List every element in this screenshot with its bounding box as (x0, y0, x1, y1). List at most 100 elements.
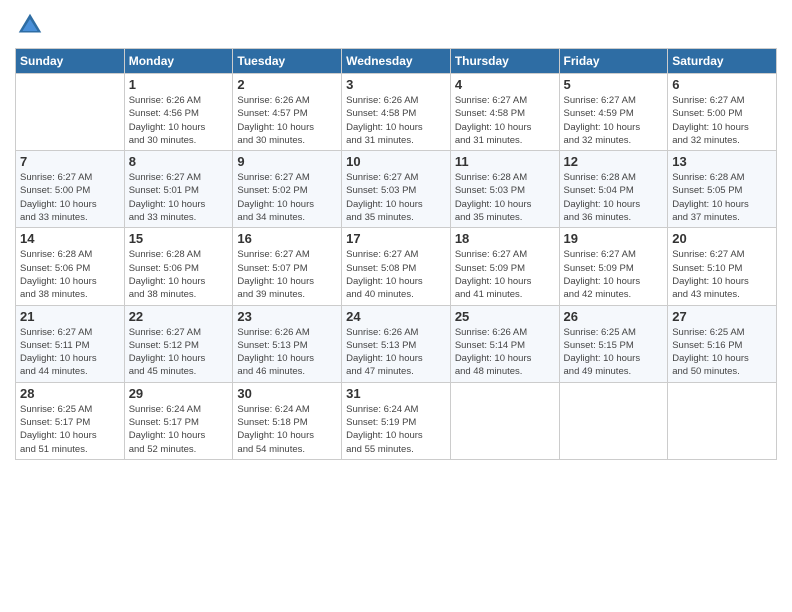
day-header-saturday: Saturday (668, 49, 777, 74)
calendar-cell: 29 Sunrise: 6:24 AM Sunset: 5:17 PM Dayli… (124, 382, 233, 459)
calendar-cell: 31Sunrise: 6:24 AM Sunset: 5:19 PM Dayli… (342, 382, 451, 459)
calendar-cell: 6 Sunrise: 6:27 AM Sunset: 5:00 PM Daylig… (668, 74, 777, 151)
calendar-cell (668, 382, 777, 459)
calendar-cell: 20Sunrise: 6:27 AM Sunset: 5:10 PM Dayli… (668, 228, 777, 305)
day-number: 5 (564, 77, 664, 92)
day-info: Sunrise: 6:28 AM Sunset: 5:04 PM Dayligh… (564, 171, 664, 224)
day-number: 28 (20, 386, 120, 401)
day-info: Sunrise: 6:27 AM Sunset: 5:01 PM Dayligh… (129, 171, 229, 224)
calendar-cell: 27 Sunrise: 6:25 AM Sunset: 5:16 PM Dayli… (668, 305, 777, 382)
day-info: Sunrise: 6:24 AM Sunset: 5:18 PM Dayligh… (237, 403, 337, 456)
day-number: 24 (346, 309, 446, 324)
day-number: 10 (346, 154, 446, 169)
calendar-cell: 8 Sunrise: 6:27 AM Sunset: 5:01 PM Daylig… (124, 151, 233, 228)
day-number: 22 (129, 309, 229, 324)
day-info: Sunrise: 6:25 AM Sunset: 5:17 PM Dayligh… (20, 403, 120, 456)
day-number: 15 (129, 231, 229, 246)
calendar-cell: 4Sunrise: 6:27 AM Sunset: 4:58 PM Daylig… (450, 74, 559, 151)
day-number: 13 (672, 154, 772, 169)
day-number: 21 (20, 309, 120, 324)
day-info: Sunrise: 6:27 AM Sunset: 5:09 PM Dayligh… (455, 248, 555, 301)
day-number: 2 (237, 77, 337, 92)
day-info: Sunrise: 6:27 AM Sunset: 5:00 PM Dayligh… (20, 171, 120, 224)
calendar-cell: 21 Sunrise: 6:27 AM Sunset: 5:11 PM Dayli… (16, 305, 125, 382)
calendar-cell: 23Sunrise: 6:26 AM Sunset: 5:13 PM Dayli… (233, 305, 342, 382)
day-info: Sunrise: 6:26 AM Sunset: 5:13 PM Dayligh… (346, 326, 446, 379)
day-number: 19 (564, 231, 664, 246)
day-info: Sunrise: 6:27 AM Sunset: 5:03 PM Dayligh… (346, 171, 446, 224)
header (15, 10, 777, 40)
week-row-4: 21 Sunrise: 6:27 AM Sunset: 5:11 PM Dayli… (16, 305, 777, 382)
calendar-cell: 11Sunrise: 6:28 AM Sunset: 5:03 PM Dayli… (450, 151, 559, 228)
calendar-cell (559, 382, 668, 459)
day-header-wednesday: Wednesday (342, 49, 451, 74)
day-number: 26 (564, 309, 664, 324)
calendar-cell: 12 Sunrise: 6:28 AM Sunset: 5:04 PM Dayli… (559, 151, 668, 228)
day-info: Sunrise: 6:24 AM Sunset: 5:19 PM Dayligh… (346, 403, 446, 456)
day-info: Sunrise: 6:27 AM Sunset: 4:59 PM Dayligh… (564, 94, 664, 147)
calendar-cell: 17 Sunrise: 6:27 AM Sunset: 5:08 PM Dayli… (342, 228, 451, 305)
day-number: 1 (129, 77, 229, 92)
calendar-cell: 15 Sunrise: 6:28 AM Sunset: 5:06 PM Dayli… (124, 228, 233, 305)
day-info: Sunrise: 6:28 AM Sunset: 5:05 PM Dayligh… (672, 171, 772, 224)
calendar-header: SundayMondayTuesdayWednesdayThursdayFrid… (16, 49, 777, 74)
day-number: 17 (346, 231, 446, 246)
day-number: 23 (237, 309, 337, 324)
calendar-body: 1Sunrise: 6:26 AM Sunset: 4:56 PM Daylig… (16, 74, 777, 460)
logo-icon (15, 10, 45, 40)
week-row-2: 7 Sunrise: 6:27 AM Sunset: 5:00 PM Daylig… (16, 151, 777, 228)
day-info: Sunrise: 6:25 AM Sunset: 5:15 PM Dayligh… (564, 326, 664, 379)
calendar-table: SundayMondayTuesdayWednesdayThursdayFrid… (15, 48, 777, 460)
day-number: 27 (672, 309, 772, 324)
calendar-cell: 25Sunrise: 6:26 AM Sunset: 5:14 PM Dayli… (450, 305, 559, 382)
day-header-thursday: Thursday (450, 49, 559, 74)
day-header-friday: Friday (559, 49, 668, 74)
day-info: Sunrise: 6:27 AM Sunset: 5:08 PM Dayligh… (346, 248, 446, 301)
day-info: Sunrise: 6:27 AM Sunset: 5:11 PM Dayligh… (20, 326, 120, 379)
day-info: Sunrise: 6:28 AM Sunset: 5:06 PM Dayligh… (129, 248, 229, 301)
day-info: Sunrise: 6:27 AM Sunset: 5:09 PM Dayligh… (564, 248, 664, 301)
day-number: 6 (672, 77, 772, 92)
day-number: 11 (455, 154, 555, 169)
calendar-cell: 24 Sunrise: 6:26 AM Sunset: 5:13 PM Dayli… (342, 305, 451, 382)
calendar-cell: 28 Sunrise: 6:25 AM Sunset: 5:17 PM Dayli… (16, 382, 125, 459)
calendar-cell: 26 Sunrise: 6:25 AM Sunset: 5:15 PM Dayli… (559, 305, 668, 382)
logo (15, 10, 49, 40)
header-row: SundayMondayTuesdayWednesdayThursdayFrid… (16, 49, 777, 74)
day-info: Sunrise: 6:27 AM Sunset: 5:12 PM Dayligh… (129, 326, 229, 379)
day-info: Sunrise: 6:27 AM Sunset: 5:02 PM Dayligh… (237, 171, 337, 224)
day-number: 12 (564, 154, 664, 169)
calendar-cell: 9Sunrise: 6:27 AM Sunset: 5:02 PM Daylig… (233, 151, 342, 228)
day-number: 18 (455, 231, 555, 246)
calendar-cell: 30Sunrise: 6:24 AM Sunset: 5:18 PM Dayli… (233, 382, 342, 459)
day-number: 16 (237, 231, 337, 246)
day-header-monday: Monday (124, 49, 233, 74)
day-info: Sunrise: 6:25 AM Sunset: 5:16 PM Dayligh… (672, 326, 772, 379)
calendar-cell (450, 382, 559, 459)
day-info: Sunrise: 6:24 AM Sunset: 5:17 PM Dayligh… (129, 403, 229, 456)
day-header-sunday: Sunday (16, 49, 125, 74)
week-row-3: 14Sunrise: 6:28 AM Sunset: 5:06 PM Dayli… (16, 228, 777, 305)
calendar-cell: 3Sunrise: 6:26 AM Sunset: 4:58 PM Daylig… (342, 74, 451, 151)
day-info: Sunrise: 6:27 AM Sunset: 5:07 PM Dayligh… (237, 248, 337, 301)
day-info: Sunrise: 6:27 AM Sunset: 5:00 PM Dayligh… (672, 94, 772, 147)
week-row-1: 1Sunrise: 6:26 AM Sunset: 4:56 PM Daylig… (16, 74, 777, 151)
calendar-cell: 10 Sunrise: 6:27 AM Sunset: 5:03 PM Dayli… (342, 151, 451, 228)
calendar-cell (16, 74, 125, 151)
day-info: Sunrise: 6:26 AM Sunset: 5:14 PM Dayligh… (455, 326, 555, 379)
week-row-5: 28 Sunrise: 6:25 AM Sunset: 5:17 PM Dayli… (16, 382, 777, 459)
calendar-cell: 5 Sunrise: 6:27 AM Sunset: 4:59 PM Daylig… (559, 74, 668, 151)
day-number: 3 (346, 77, 446, 92)
day-number: 29 (129, 386, 229, 401)
page-container: SundayMondayTuesdayWednesdayThursdayFrid… (0, 0, 792, 470)
day-info: Sunrise: 6:27 AM Sunset: 4:58 PM Dayligh… (455, 94, 555, 147)
calendar-cell: 16 Sunrise: 6:27 AM Sunset: 5:07 PM Dayli… (233, 228, 342, 305)
calendar-cell: 18 Sunrise: 6:27 AM Sunset: 5:09 PM Dayli… (450, 228, 559, 305)
day-number: 8 (129, 154, 229, 169)
day-number: 7 (20, 154, 120, 169)
calendar-cell: 1Sunrise: 6:26 AM Sunset: 4:56 PM Daylig… (124, 74, 233, 151)
calendar-cell: 13 Sunrise: 6:28 AM Sunset: 5:05 PM Dayli… (668, 151, 777, 228)
calendar-cell: 19 Sunrise: 6:27 AM Sunset: 5:09 PM Dayli… (559, 228, 668, 305)
calendar-cell: 22 Sunrise: 6:27 AM Sunset: 5:12 PM Dayli… (124, 305, 233, 382)
day-info: Sunrise: 6:26 AM Sunset: 4:57 PM Dayligh… (237, 94, 337, 147)
